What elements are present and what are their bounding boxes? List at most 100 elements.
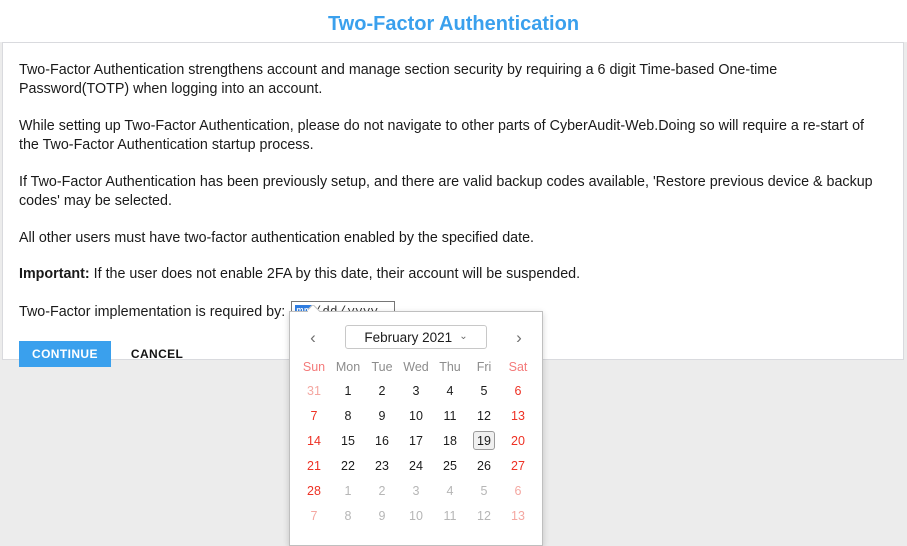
weekday-sun: Sun [302,360,326,374]
calendar-day-number: 12 [477,408,491,423]
calendar-day[interactable]: 25 [433,453,467,478]
calendar-day-number: 6 [514,383,522,398]
calendar-day-number: 6 [514,483,522,498]
calendar-day[interactable]: 6 [501,378,535,403]
calendar-day-number: 17 [409,433,423,448]
calendar-day-number: 24 [409,458,423,473]
calendar-day-number: 3 [412,383,420,398]
restore-info-paragraph: If Two-Factor Authentication has been pr… [19,174,873,209]
calendar-day-number: 11 [443,408,457,423]
calendar-day[interactable]: 31 [297,378,331,403]
calendar-day[interactable]: 6 [501,478,535,503]
calendar-day[interactable]: 10 [399,403,433,428]
calendar-day-number: 14 [307,433,321,448]
date-field-label: Two-Factor implementation is required by… [19,304,286,320]
calendar-day-number: 28 [307,483,321,498]
calendar-day[interactable]: 8 [331,503,365,528]
calendar-day-number: 31 [307,383,321,398]
calendar-day[interactable]: 11 [433,403,467,428]
calendar-day-number: 2 [378,483,386,498]
calendar-day[interactable]: 7 [297,503,331,528]
calendar-day[interactable]: 23 [365,453,399,478]
calendar-day-number: 12 [477,508,491,523]
calendar-day[interactable]: 5 [467,478,501,503]
calendar-day[interactable]: 28 [297,478,331,503]
month-year-label: February 2021 [364,329,453,345]
calendar-day[interactable]: 1 [331,478,365,503]
calendar-day-today[interactable]: 19 [467,428,501,453]
calendar-day-number: 27 [511,458,525,473]
calendar-day[interactable]: 17 [399,428,433,453]
month-year-selector[interactable]: February 2021 ⌄ [345,325,487,349]
calendar-day[interactable]: 8 [331,403,365,428]
calendar-day-number: 19 [473,431,495,450]
calendar-day[interactable]: 1 [331,378,365,403]
calendar-day[interactable]: 20 [501,428,535,453]
calendar-day[interactable]: 12 [467,503,501,528]
calendar-day-number: 8 [344,408,352,423]
calendar-day[interactable]: 21 [297,453,331,478]
calendar-day[interactable]: 2 [365,478,399,503]
calendar-day-number: 25 [443,458,457,473]
calendar-day-number: 22 [341,458,355,473]
calendar-day[interactable]: 5 [467,378,501,403]
calendar-day-number: 9 [378,508,386,523]
calendar-day-number: 10 [409,508,423,523]
calendar-day[interactable]: 4 [433,378,467,403]
next-month-icon[interactable]: › [508,326,530,348]
calendar-day-number: 7 [310,408,318,423]
weekday-thu: Thu [439,360,461,374]
weekday-tue: Tue [371,360,393,374]
calendar-day-number: 2 [378,383,386,398]
calendar-day[interactable]: 22 [331,453,365,478]
calendar-day[interactable]: 9 [365,403,399,428]
calendar-day[interactable]: 24 [399,453,433,478]
calendar-day-grid: 31 1 2 3 4 5 6 7 8 9 10 11 12 13 14 15 16 17 18 19 20 21 22 23 2… [290,377,542,528]
calendar-day-number: 8 [344,508,352,523]
calendar-day[interactable]: 14 [297,428,331,453]
calendar-day[interactable]: 10 [399,503,433,528]
intro-paragraph: Two-Factor Authentication strengthens ac… [19,62,778,97]
weekday-sat: Sat [508,360,528,374]
calendar-day-number: 5 [480,483,488,498]
calendar-header: ‹ February 2021 ⌄ › [290,312,542,355]
calendar-day-number: 20 [511,433,525,448]
calendar-day[interactable]: 4 [433,478,467,503]
calendar-day[interactable]: 11 [433,503,467,528]
calendar-day-number: 1 [344,483,352,498]
previous-month-icon[interactable]: ‹ [302,326,324,348]
calendar-day[interactable]: 13 [501,403,535,428]
calendar-day[interactable]: 26 [467,453,501,478]
calendar-day[interactable]: 9 [365,503,399,528]
cancel-button[interactable]: CANCEL [125,340,189,368]
continue-button[interactable]: CONTINUE [19,341,111,367]
calendar-day-number: 26 [477,458,491,473]
chevron-down-icon: ⌄ [459,331,468,342]
page-title: Two-Factor Authentication [0,0,907,42]
date-picker-popup[interactable]: ‹ February 2021 ⌄ › Sun Mon Tue Wed Thu Fri Sa… [289,311,543,546]
calendar-day-number: 4 [446,383,454,398]
important-label: Important: [19,266,90,282]
calendar-day[interactable]: 13 [501,503,535,528]
calendar-day[interactable]: 18 [433,428,467,453]
important-notice: Important: If the user does not enable 2… [19,265,887,284]
calendar-day-number: 3 [412,483,420,498]
calendar-day[interactable]: 3 [399,378,433,403]
calendar-day-number: 5 [480,383,488,398]
calendar-day[interactable]: 2 [365,378,399,403]
calendar-day[interactable]: 27 [501,453,535,478]
calendar-day[interactable]: 15 [331,428,365,453]
calendar-day[interactable]: 16 [365,428,399,453]
calendar-day[interactable]: 12 [467,403,501,428]
calendar-day-number: 18 [443,433,457,448]
weekday-fri: Fri [476,360,492,374]
calendar-day[interactable]: 3 [399,478,433,503]
calendar-day-number: 4 [446,483,454,498]
weekday-mon: Mon [335,360,361,374]
important-text: If the user does not enable 2FA by this … [89,266,581,282]
calendar-day-number: 7 [310,508,318,523]
calendar-day-number: 9 [378,408,386,423]
calendar-day-number: 1 [344,383,352,398]
weekday-wed: Wed [403,360,429,374]
calendar-day[interactable]: 7 [297,403,331,428]
